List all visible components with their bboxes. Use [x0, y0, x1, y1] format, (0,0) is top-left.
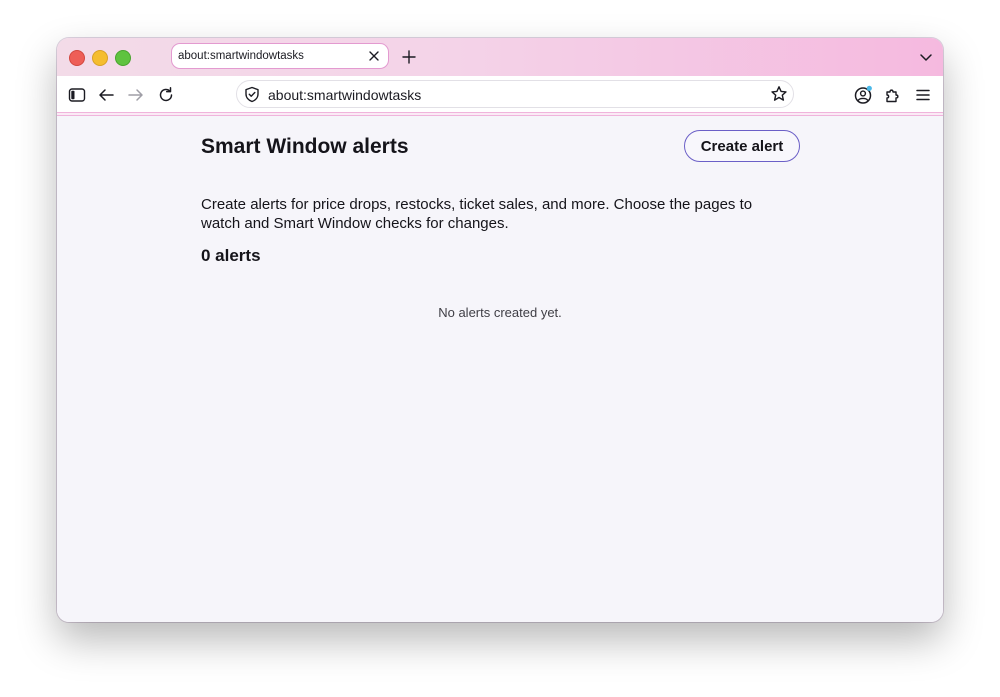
page-description: Create alerts for price drops, restocks,… — [201, 196, 753, 232]
navigation-toolbar: about:smartwindowtasks — [57, 76, 943, 114]
new-tab-plus-icon[interactable] — [399, 47, 419, 67]
hamburger-icon[interactable] — [913, 85, 933, 105]
url-bar[interactable]: about:smartwindowtasks — [236, 80, 794, 108]
zoom-window-button[interactable] — [115, 50, 131, 66]
shield-icon[interactable] — [243, 85, 261, 103]
account-icon[interactable] — [853, 85, 873, 105]
reload-icon[interactable] — [156, 85, 176, 105]
close-window-button[interactable] — [69, 50, 85, 66]
page-content: Smart Window alerts Create alert Create … — [57, 116, 943, 622]
tab-active[interactable]: about:smartwindowtasks — [171, 43, 389, 69]
browser-window: about:smartwindowtasks about:smartwindow… — [57, 38, 943, 622]
page-title: Smart Window alerts — [201, 135, 409, 158]
arrow-right-icon[interactable] — [126, 85, 146, 105]
tab-title: about:smartwindowtasks — [178, 50, 304, 62]
create-alert-button[interactable]: Create alert — [684, 130, 800, 162]
chevron-down-icon[interactable] — [917, 48, 935, 66]
sidebar-icon[interactable] — [67, 85, 87, 105]
minimize-window-button[interactable] — [92, 50, 108, 66]
empty-state-message: No alerts created yet. — [438, 305, 562, 320]
alert-count-heading: 0 alerts — [201, 246, 261, 265]
arrow-left-icon[interactable] — [96, 85, 116, 105]
url-text[interactable]: about:smartwindowtasks — [268, 87, 421, 103]
puzzle-icon[interactable] — [883, 85, 903, 105]
close-tab-icon[interactable] — [365, 47, 383, 65]
star-icon[interactable] — [770, 85, 788, 103]
tab-strip: about:smartwindowtasks — [57, 38, 943, 76]
